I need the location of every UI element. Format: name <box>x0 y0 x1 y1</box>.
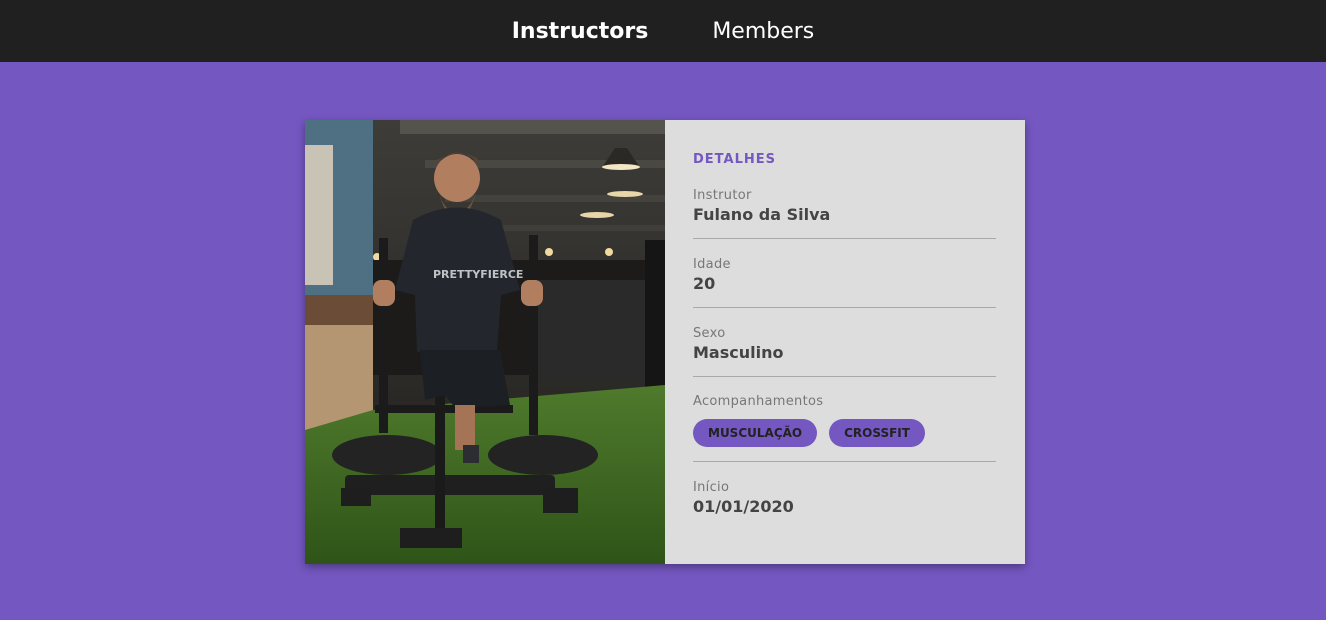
field-label-start: Início <box>693 480 730 495</box>
field-label-services: Acompanhamentos <box>693 394 824 409</box>
instructor-card: PRETTYFIERCE DETALHES Instrutor Fulano d… <box>305 120 1025 564</box>
tag-musculacao: MUSCULAÇÃO <box>693 419 818 447</box>
field-value-start: 01/01/2020 <box>693 497 794 516</box>
field-start: Início 01/01/2020 <box>693 462 996 530</box>
field-sex: Sexo Masculino <box>693 308 996 377</box>
nav-link-members[interactable]: Members <box>712 19 814 44</box>
field-instructor: Instrutor Fulano da Silva <box>693 167 996 239</box>
instructor-photo: PRETTYFIERCE <box>305 120 665 564</box>
field-label-age: Idade <box>693 257 731 272</box>
field-label-instructor: Instrutor <box>693 188 752 203</box>
tag-crossfit: CROSSFIT <box>829 419 925 447</box>
details-panel: DETALHES Instrutor Fulano da Silva Idade… <box>665 120 1025 564</box>
shirt-logo-text: PRETTYFIERCE <box>433 268 523 281</box>
nav-link-instructors[interactable]: Instructors <box>512 19 649 44</box>
services-tag-list: MUSCULAÇÃO CROSSFIT <box>693 419 996 447</box>
field-label-sex: Sexo <box>693 326 726 341</box>
field-services: Acompanhamentos MUSCULAÇÃO CROSSFIT <box>693 377 996 462</box>
field-value-sex: Masculino <box>693 343 784 362</box>
field-value-instructor: Fulano da Silva <box>693 205 831 224</box>
details-title: DETALHES <box>693 152 776 167</box>
field-age: Idade 20 <box>693 239 996 308</box>
field-value-age: 20 <box>693 274 716 293</box>
top-navbar: Instructors Members <box>0 0 1326 62</box>
instructor-photo-illustration: PRETTYFIERCE <box>305 120 665 564</box>
